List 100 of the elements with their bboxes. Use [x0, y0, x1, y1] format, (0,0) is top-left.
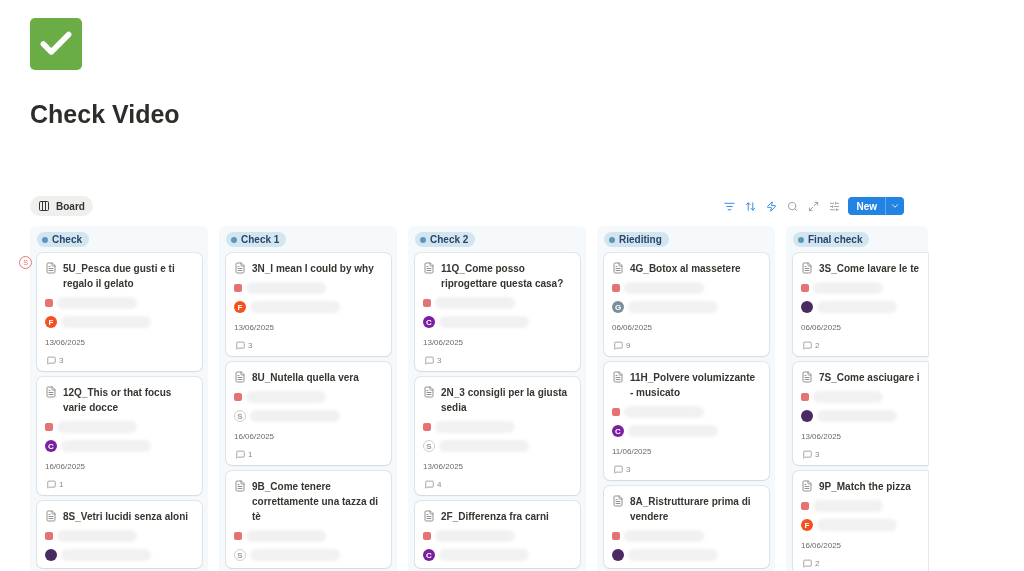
card-title: 7S_Come asciugare i: [819, 371, 920, 385]
comment-icon: [614, 341, 623, 350]
emoji-icon: [801, 393, 809, 401]
page-icon: [801, 371, 813, 383]
avatar: [45, 549, 57, 561]
avatar: C: [612, 425, 624, 437]
emoji-icon: [801, 284, 809, 292]
page-icon: [45, 386, 57, 398]
emoji-icon: [612, 532, 620, 540]
avatar: C: [423, 316, 435, 328]
emoji-icon: [45, 423, 53, 431]
comment-icon: [425, 480, 434, 489]
card-date: 13/06/2025: [234, 322, 276, 332]
board-card[interactable]: 8S_Vetri lucidi senza aloni: [37, 501, 202, 568]
avatar: F: [45, 316, 57, 328]
card-title: 4G_Botox al massetere: [630, 262, 741, 276]
board-card[interactable]: 11H_Polvere volumizzante - musicato C 11/06/2025 3: [604, 362, 769, 480]
page-icon: [234, 480, 246, 492]
card-title: 12Q_This or that focus varie docce: [63, 386, 173, 415]
page-icon: [612, 262, 624, 274]
avatar: [801, 301, 813, 313]
status-dot: [420, 236, 426, 243]
view-tab[interactable]: Board: [30, 196, 93, 216]
board-card[interactable]: 3S_Come lavare le te 06/06/2025 2: [793, 253, 928, 356]
comment-count: 3: [437, 356, 442, 365]
emoji-icon: [423, 532, 431, 540]
page-icon: [234, 371, 246, 383]
avatar: [612, 549, 624, 561]
checkmark-icon: [30, 18, 82, 70]
emoji-icon: [423, 299, 431, 307]
comment-icon: [236, 341, 245, 350]
board-card[interactable]: 3N_I mean I could by why F 13/06/2025 3: [226, 253, 391, 356]
board-icon: [38, 200, 50, 212]
comment-icon: [236, 450, 245, 459]
page-icon: [612, 495, 624, 507]
page-icon: [801, 480, 813, 492]
board-card[interactable]: 12Q_This or that focus varie docce C 16/06/2025 1: [37, 377, 202, 495]
card-title: 8S_Vetri lucidi senza aloni: [63, 510, 189, 524]
comment-count: 1: [248, 450, 253, 459]
column-title: Final check: [808, 234, 863, 245]
board-card[interactable]: 11Q_Come posso riprogettare questa casa? C 13/06/2025 3: [415, 253, 580, 371]
comment-icon: [803, 341, 812, 350]
emoji-icon: [234, 532, 242, 540]
emoji-icon: [612, 408, 620, 416]
comment-icon: [803, 450, 812, 459]
card-title: 8A_Ristrutturare prima di vendere: [630, 495, 752, 524]
avatar: [801, 410, 813, 422]
board-card[interactable]: 9B_Come tenere correttamente una tazza di tè S: [226, 471, 391, 568]
emoji-icon: [234, 284, 242, 292]
card-title: 2N_3 consigli per la giusta sedia: [441, 386, 569, 415]
comment-icon: [47, 356, 56, 365]
board-card[interactable]: 8A_Ristrutturare prima di vendere: [604, 486, 769, 568]
card-date: 16/06/2025: [234, 431, 276, 441]
column-title: Check 1: [241, 234, 280, 245]
page-icon: [45, 510, 57, 522]
comment-count: 2: [815, 559, 820, 568]
page-icon: [423, 262, 435, 274]
page-icon: [612, 371, 624, 383]
emoji-icon: [45, 532, 53, 540]
board-card[interactable]: 4G_Botox al massetere G 06/06/2025 9: [604, 253, 769, 356]
status-dot: [231, 236, 237, 243]
card-title: 9P_Match the pizza: [819, 480, 911, 494]
comment-icon: [425, 356, 434, 365]
comment-count: 3: [248, 341, 253, 350]
board-card[interactable]: 9P_Match the pizza F 16/06/2025 2: [793, 471, 928, 571]
comment-count: 1: [59, 480, 64, 489]
card-date: 13/06/2025: [801, 431, 843, 441]
comment-icon: [614, 465, 623, 474]
card-date: 16/06/2025: [801, 540, 843, 550]
new-button-group[interactable]: New: [848, 197, 904, 215]
board-card[interactable]: 2F_Differenza fra carni C: [415, 501, 580, 568]
card-date: 13/06/2025: [423, 337, 465, 347]
comment-icon: [47, 480, 56, 489]
avatar: C: [423, 549, 435, 561]
card-title: 11H_Polvere volumizzante - musicato: [630, 371, 757, 400]
comment-count: 9: [626, 341, 631, 350]
status-dot: [609, 236, 615, 243]
emoji-icon: [45, 299, 53, 307]
new-button[interactable]: New: [848, 197, 885, 215]
avatar: F: [234, 301, 246, 313]
status-dot: [42, 236, 48, 243]
comment-icon: [803, 559, 812, 568]
board-card[interactable]: 7S_Come asciugare i 13/06/2025 3: [793, 362, 928, 465]
comment-count: 4: [437, 480, 442, 489]
column-title: Check: [52, 234, 82, 245]
board-card[interactable]: 2N_3 consigli per la giusta sedia S 13/06/2025 4: [415, 377, 580, 495]
column-title: Riediting: [619, 234, 662, 245]
emoji-icon: [801, 502, 809, 510]
board-card[interactable]: 8U_Nutella quella vera S 16/06/2025 1: [226, 362, 391, 465]
comment-count: 3: [59, 356, 64, 365]
card-title: 8U_Nutella quella vera: [252, 371, 359, 385]
comment-count: 2: [815, 341, 820, 350]
status-dot: [798, 236, 804, 243]
avatar: C: [45, 440, 57, 452]
card-title: 3N_I mean I could by why: [252, 262, 374, 276]
emoji-icon: [423, 423, 431, 431]
card-title: 9B_Come tenere correttamente una tazza di tè: [252, 480, 380, 524]
page-icon: [45, 262, 57, 274]
page-icon: [423, 386, 435, 398]
page-icon: [234, 262, 246, 274]
